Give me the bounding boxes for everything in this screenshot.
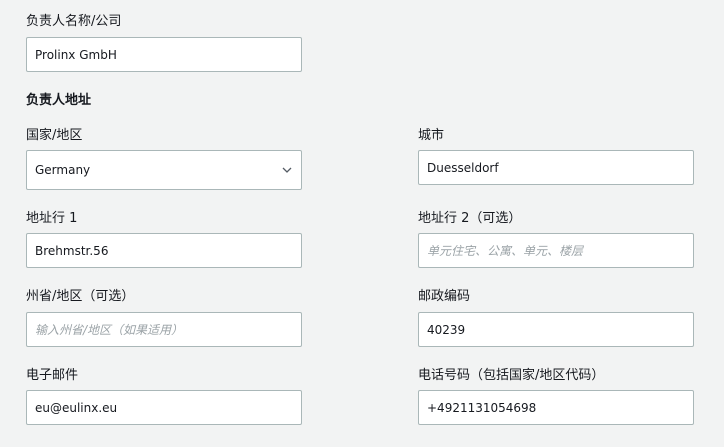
- owner-name-input[interactable]: [26, 37, 302, 72]
- state-label: 州省/地区（可选）: [26, 289, 135, 304]
- postal-code-label: 邮政编码: [418, 289, 471, 304]
- city-input[interactable]: [418, 150, 694, 185]
- address-line1-input[interactable]: [26, 233, 302, 268]
- city-label: 城市: [418, 128, 445, 143]
- owner-address-section-title: 负责人地址: [26, 93, 92, 108]
- phone-input[interactable]: [418, 390, 694, 425]
- country-select-value: Germany: [35, 163, 91, 177]
- owner-name-label: 负责人名称/公司: [26, 14, 122, 29]
- phone-label: 电话号码（包括国家/地区代码）: [418, 368, 605, 383]
- address-line2-label: 地址行 2（可选）: [418, 211, 522, 226]
- email-label: 电子邮件: [26, 368, 79, 383]
- postal-code-input[interactable]: [418, 312, 694, 347]
- state-input[interactable]: [26, 312, 302, 347]
- email-input[interactable]: [26, 390, 302, 425]
- address-line1-label: 地址行 1: [26, 211, 78, 226]
- country-label: 国家/地区: [26, 128, 83, 143]
- address-line2-input[interactable]: [418, 233, 694, 268]
- chevron-down-icon: [281, 164, 293, 176]
- country-select[interactable]: Germany: [26, 150, 302, 190]
- owner-details-form: 负责人名称/公司 负责人地址 国家/地区 Germany 城市 地址行 1 地址…: [0, 0, 724, 447]
